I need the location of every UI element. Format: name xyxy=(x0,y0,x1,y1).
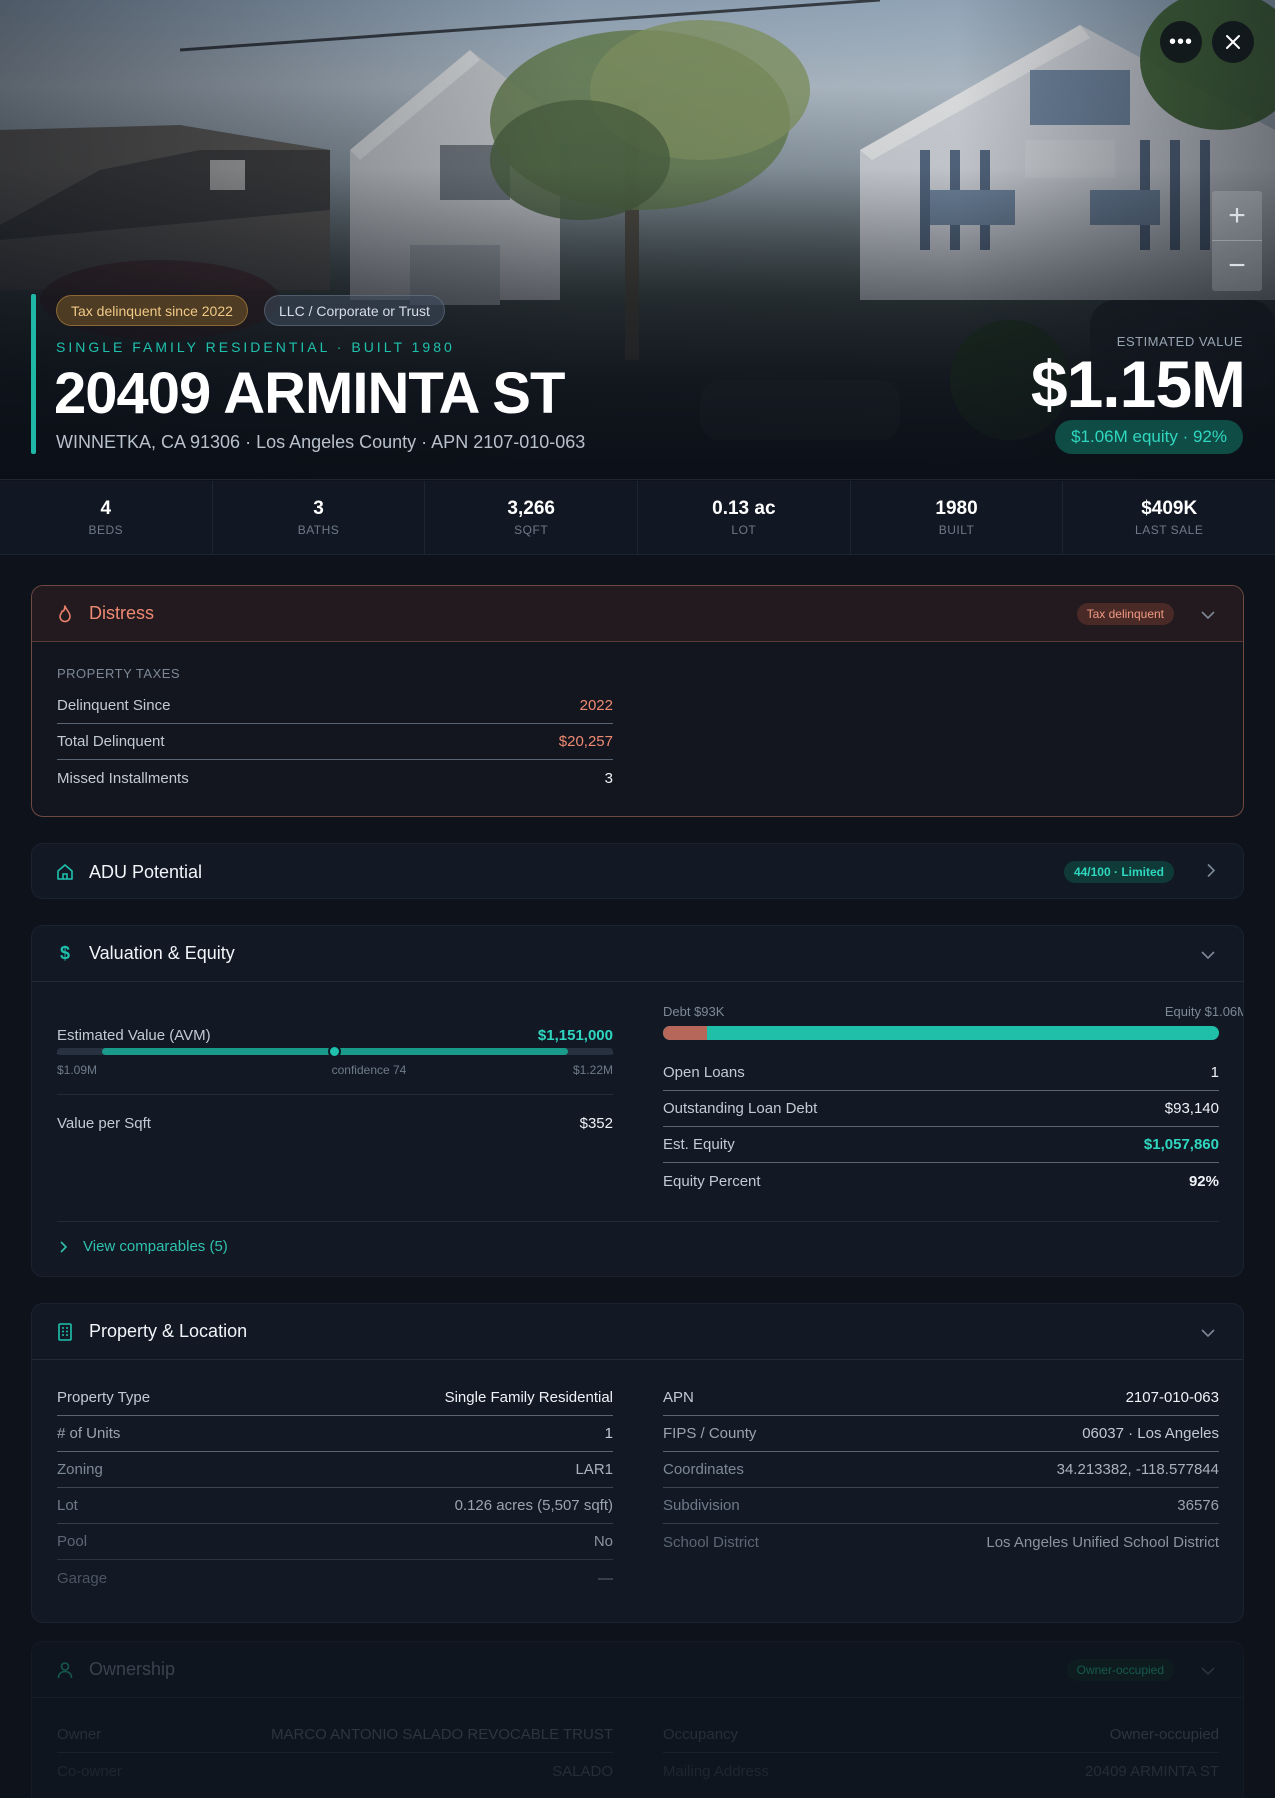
stat-baths: 3 BATHS xyxy=(213,481,426,554)
zoom-out-button[interactable]: − xyxy=(1212,241,1262,291)
page-title: 20409 ARMINTA ST xyxy=(54,361,565,426)
more-horizontal-icon: ••• xyxy=(1168,31,1193,53)
row-property-type: Property Type Single Family Residential xyxy=(57,1380,613,1416)
ownership-title: Ownership xyxy=(89,1659,176,1679)
stats-bar: 4 BEDS 3 BATHS 3,266 SQFT 0.13 ac LOT 1980 BU… xyxy=(0,481,1275,555)
distress-header[interactable]: Distress Tax delinquent xyxy=(32,586,1243,642)
debt-segment xyxy=(663,1026,708,1040)
valuation-title: Valuation & Equity xyxy=(89,943,235,963)
zoom-control: + − xyxy=(1212,191,1262,291)
row-missed-installments: Missed Installments 3 xyxy=(57,769,613,787)
property-detail-panel: ••• + − Tax delinquent since 2022 LLC / … xyxy=(0,0,1275,1798)
user-icon xyxy=(56,1661,74,1679)
chevron-right-icon xyxy=(60,1240,67,1253)
row-co-owner: Co-owner SALADO xyxy=(57,1762,613,1780)
sub-address: WINNETKA, CA 91306 · Los Angeles County … xyxy=(56,432,586,452)
owner-type-chip: LLC / Corporate or Trust xyxy=(264,295,445,326)
valuation-card: $ Valuation & Equity Estimated Value (AV… xyxy=(31,925,1244,1277)
row-open-loans: Open Loans 1 xyxy=(663,1055,1219,1091)
owner-occupied-badge: Owner-occupied xyxy=(1066,1658,1174,1681)
debt-label: Debt $93K xyxy=(663,1004,725,1019)
row-fips: FIPS / County 06037 · Los Angeles xyxy=(663,1416,1219,1452)
ownership-header[interactable]: Ownership Owner-occupied xyxy=(32,1642,1243,1698)
stat-beds: 4 BEDS xyxy=(0,481,213,554)
row-coordinates: Coordinates 34.213382, -118.577844 xyxy=(663,1452,1219,1488)
property-taxes-label: PROPERTY TAXES xyxy=(57,666,181,681)
adu-title: ADU Potential xyxy=(89,861,203,882)
property-location-title: Property & Location xyxy=(89,1321,248,1341)
chevron-down-icon[interactable] xyxy=(1201,606,1215,622)
range-low: $1.09M xyxy=(57,1063,98,1077)
more-options-button[interactable]: ••• xyxy=(1160,21,1202,63)
row-loan-debt: Outstanding Loan Debt $93,140 xyxy=(663,1091,1219,1127)
row-delinquent-since: Delinquent Since 2022 xyxy=(57,688,613,724)
distress-title: Distress xyxy=(89,603,155,623)
adu-score-badge: 44/100 · Limited xyxy=(1063,861,1174,883)
property-location-header[interactable]: Property & Location xyxy=(32,1304,1243,1360)
avm-range-marker xyxy=(328,1045,341,1058)
row-school-district: School District Los Angeles Unified Schoo… xyxy=(663,1533,1219,1551)
home-icon xyxy=(56,863,74,881)
valuation-header[interactable]: $ Valuation & Equity xyxy=(32,926,1243,982)
chevron-down-icon[interactable] xyxy=(1201,946,1215,962)
chevron-down-icon[interactable] xyxy=(1201,1662,1215,1678)
chevron-right-icon[interactable] xyxy=(1207,863,1216,881)
ownership-card: Ownership Owner-occupied Owner MARCO ANTO… xyxy=(31,1641,1244,1798)
stat-last-sale: $409K LAST SALE xyxy=(1135,498,1204,537)
row-owner: Owner MARCO ANTONIO SALADO REVOCABLE TRUS… xyxy=(57,1717,613,1753)
distress-card: Distress Tax delinquent PROPERTY TAXES D… xyxy=(31,585,1244,817)
adu-header[interactable]: ADU Potential 44/100 · Limited xyxy=(32,844,1243,898)
avm-range-track xyxy=(57,1045,613,1058)
row-units: # of Units 1 xyxy=(57,1416,613,1452)
tax-delinquent-badge: Tax delinquent xyxy=(1076,602,1174,625)
close-button[interactable] xyxy=(1212,21,1254,63)
property-location-card: Property & Location Property Type Single … xyxy=(31,1303,1244,1623)
row-mailing-address: Mailing Address 20409 ARMINTA ST xyxy=(663,1762,1219,1780)
zoom-in-button[interactable]: + xyxy=(1212,191,1262,241)
adu-card: ADU Potential 44/100 · Limited xyxy=(31,843,1244,899)
row-value-per-sqft: Value per Sqft $352 xyxy=(57,1114,613,1132)
tax-delinquent-chip: Tax delinquent since 2022 xyxy=(56,295,248,326)
stat-sqft: 3,266 SQFT xyxy=(425,481,639,554)
view-comparables-link[interactable]: View comparables (5) xyxy=(60,1238,228,1255)
equity-label: Equity $1.06M xyxy=(1164,1004,1244,1019)
flame-icon xyxy=(56,604,74,623)
dollar-icon: $ xyxy=(59,943,70,963)
debt-equity-bar xyxy=(663,1026,1219,1040)
accent-bar xyxy=(31,294,36,454)
row-equity-percent: Equity Percent 92% xyxy=(663,1172,1219,1190)
hero-street-view: ••• + − Tax delinquent since 2022 LLC / … xyxy=(0,0,1275,480)
estimated-value: $1.15M xyxy=(1030,347,1246,421)
property-type-line: SINGLE FAMILY RESIDENTIAL · BUILT 1980 xyxy=(56,339,455,355)
confidence-label: confidence 74 xyxy=(331,1063,407,1077)
chevron-down-icon[interactable] xyxy=(1201,1324,1215,1340)
row-lot: Lot 0.126 acres (5,507 sqft) xyxy=(57,1488,613,1524)
row-garage: Garage — xyxy=(57,1569,613,1587)
row-zoning: Zoning LAR1 xyxy=(57,1452,613,1488)
range-high: $1.22M xyxy=(572,1063,613,1077)
equity-chip: $1.06M equity · 92% xyxy=(1055,420,1243,454)
row-occupancy: Occupancy Owner-occupied xyxy=(663,1717,1219,1753)
row-apn: APN 2107-010-063 xyxy=(663,1380,1219,1416)
row-pool: Pool No xyxy=(57,1524,613,1560)
stat-lot: 0.13 ac LOT xyxy=(638,481,851,554)
close-icon xyxy=(1226,35,1240,49)
row-subdivision: Subdivision 36576 xyxy=(663,1488,1219,1524)
row-total-delinquent: Total Delinquent $20,257 xyxy=(57,724,613,760)
building-icon xyxy=(56,1322,74,1341)
stat-built: 1980 BUILT xyxy=(851,481,1064,554)
row-est-equity: Est. Equity $1,057,860 xyxy=(663,1127,1219,1163)
